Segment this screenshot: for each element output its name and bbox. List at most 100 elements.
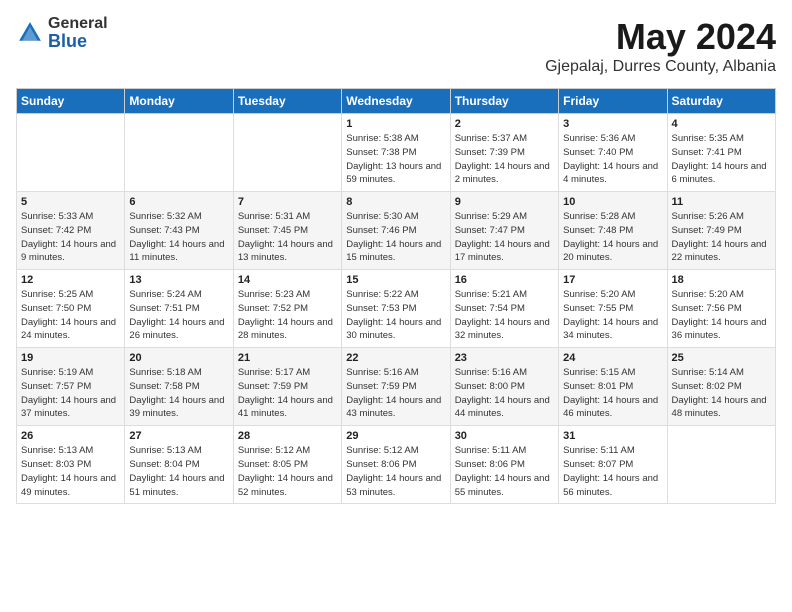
day-cell: 27 Sunrise: 5:13 AMSunset: 8:04 PMDayligh… bbox=[125, 426, 233, 504]
day-info: Sunrise: 5:11 AMSunset: 8:07 PMDaylight:… bbox=[563, 444, 662, 499]
day-info: Sunrise: 5:20 AMSunset: 7:55 PMDaylight:… bbox=[563, 288, 662, 343]
day-info: Sunrise: 5:28 AMSunset: 7:48 PMDaylight:… bbox=[563, 210, 662, 265]
day-number: 10 bbox=[563, 196, 662, 208]
day-number: 31 bbox=[563, 430, 662, 442]
day-info: Sunrise: 5:29 AMSunset: 7:47 PMDaylight:… bbox=[455, 210, 554, 265]
location-title: Gjepalaj, Durres County, Albania bbox=[545, 58, 776, 76]
day-info: Sunrise: 5:32 AMSunset: 7:43 PMDaylight:… bbox=[129, 210, 228, 265]
col-header-friday: Friday bbox=[559, 89, 667, 114]
day-info: Sunrise: 5:21 AMSunset: 7:54 PMDaylight:… bbox=[455, 288, 554, 343]
day-cell: 2 Sunrise: 5:37 AMSunset: 7:39 PMDaylight… bbox=[450, 114, 558, 192]
day-number: 25 bbox=[672, 352, 771, 364]
day-number: 30 bbox=[455, 430, 554, 442]
day-cell: 11Sunrise: 5:26 AMSunset: 7:49 PMDayligh… bbox=[667, 192, 775, 270]
day-cell bbox=[17, 114, 125, 192]
day-info: Sunrise: 5:25 AMSunset: 7:50 PMDaylight:… bbox=[21, 288, 120, 343]
day-info: Sunrise: 5:16 AMSunset: 7:59 PMDaylight:… bbox=[346, 366, 445, 421]
day-cell bbox=[667, 426, 775, 504]
day-info: Sunrise: 5:24 AMSunset: 7:51 PMDaylight:… bbox=[129, 288, 228, 343]
title-block: May 2024 Gjepalaj, Durres County, Albani… bbox=[545, 16, 776, 76]
day-number: 23 bbox=[455, 352, 554, 364]
day-info: Sunrise: 5:36 AMSunset: 7:40 PMDaylight:… bbox=[563, 132, 662, 187]
day-info: Sunrise: 5:13 AMSunset: 8:04 PMDaylight:… bbox=[129, 444, 228, 499]
logo: General Blue bbox=[16, 16, 108, 50]
day-number: 12 bbox=[21, 274, 120, 286]
logo-general-text: General bbox=[48, 16, 108, 32]
day-number: 14 bbox=[238, 274, 337, 286]
day-number: 16 bbox=[455, 274, 554, 286]
day-info: Sunrise: 5:26 AMSunset: 7:49 PMDaylight:… bbox=[672, 210, 771, 265]
day-number: 4 bbox=[672, 118, 771, 130]
week-row-3: 12 Sunrise: 5:25 AMSunset: 7:50 PMDayligh… bbox=[17, 270, 776, 348]
day-number: 18 bbox=[672, 274, 771, 286]
col-header-monday: Monday bbox=[125, 89, 233, 114]
day-info: Sunrise: 5:12 AMSunset: 8:06 PMDaylight:… bbox=[346, 444, 445, 499]
day-number: 27 bbox=[129, 430, 228, 442]
month-title: May 2024 bbox=[545, 16, 776, 58]
day-number: 1 bbox=[346, 118, 445, 130]
day-cell: 1 Sunrise: 5:38 AMSunset: 7:38 PMDaylight… bbox=[342, 114, 450, 192]
day-cell: 30 Sunrise: 5:11 AMSunset: 8:06 PMDayligh… bbox=[450, 426, 558, 504]
week-row-1: 1 Sunrise: 5:38 AMSunset: 7:38 PMDaylight… bbox=[17, 114, 776, 192]
day-info: Sunrise: 5:35 AMSunset: 7:41 PMDaylight:… bbox=[672, 132, 771, 187]
day-cell: 12 Sunrise: 5:25 AMSunset: 7:50 PMDayligh… bbox=[17, 270, 125, 348]
day-cell: 7 Sunrise: 5:31 AMSunset: 7:45 PMDaylight… bbox=[233, 192, 341, 270]
day-number: 5 bbox=[21, 196, 120, 208]
day-cell: 9Sunrise: 5:29 AMSunset: 7:47 PMDaylight… bbox=[450, 192, 558, 270]
day-number: 22 bbox=[346, 352, 445, 364]
day-info: Sunrise: 5:15 AMSunset: 8:01 PMDaylight:… bbox=[563, 366, 662, 421]
day-info: Sunrise: 5:37 AMSunset: 7:39 PMDaylight:… bbox=[455, 132, 554, 187]
day-info: Sunrise: 5:11 AMSunset: 8:06 PMDaylight:… bbox=[455, 444, 554, 499]
day-info: Sunrise: 5:13 AMSunset: 8:03 PMDaylight:… bbox=[21, 444, 120, 499]
day-cell: 5 Sunrise: 5:33 AMSunset: 7:42 PMDaylight… bbox=[17, 192, 125, 270]
day-info: Sunrise: 5:38 AMSunset: 7:38 PMDaylight:… bbox=[346, 132, 445, 187]
day-cell: 10 Sunrise: 5:28 AMSunset: 7:48 PMDayligh… bbox=[559, 192, 667, 270]
col-header-wednesday: Wednesday bbox=[342, 89, 450, 114]
day-cell: 26Sunrise: 5:13 AMSunset: 8:03 PMDayligh… bbox=[17, 426, 125, 504]
day-number: 21 bbox=[238, 352, 337, 364]
week-row-4: 19Sunrise: 5:19 AMSunset: 7:57 PMDayligh… bbox=[17, 348, 776, 426]
day-number: 3 bbox=[563, 118, 662, 130]
week-row-5: 26Sunrise: 5:13 AMSunset: 8:03 PMDayligh… bbox=[17, 426, 776, 504]
day-cell: 25 Sunrise: 5:14 AMSunset: 8:02 PMDayligh… bbox=[667, 348, 775, 426]
day-info: Sunrise: 5:18 AMSunset: 7:58 PMDaylight:… bbox=[129, 366, 228, 421]
day-cell: 29 Sunrise: 5:12 AMSunset: 8:06 PMDayligh… bbox=[342, 426, 450, 504]
day-cell: 22 Sunrise: 5:16 AMSunset: 7:59 PMDayligh… bbox=[342, 348, 450, 426]
day-number: 28 bbox=[238, 430, 337, 442]
day-info: Sunrise: 5:23 AMSunset: 7:52 PMDaylight:… bbox=[238, 288, 337, 343]
day-info: Sunrise: 5:33 AMSunset: 7:42 PMDaylight:… bbox=[21, 210, 120, 265]
day-info: Sunrise: 5:16 AMSunset: 8:00 PMDaylight:… bbox=[455, 366, 554, 421]
day-cell: 24 Sunrise: 5:15 AMSunset: 8:01 PMDayligh… bbox=[559, 348, 667, 426]
day-cell bbox=[233, 114, 341, 192]
day-cell: 3 Sunrise: 5:36 AMSunset: 7:40 PMDaylight… bbox=[559, 114, 667, 192]
day-number: 17 bbox=[563, 274, 662, 286]
day-cell: 14 Sunrise: 5:23 AMSunset: 7:52 PMDayligh… bbox=[233, 270, 341, 348]
col-header-sunday: Sunday bbox=[17, 89, 125, 114]
day-cell: 4 Sunrise: 5:35 AMSunset: 7:41 PMDaylight… bbox=[667, 114, 775, 192]
day-info: Sunrise: 5:17 AMSunset: 7:59 PMDaylight:… bbox=[238, 366, 337, 421]
day-number: 19 bbox=[21, 352, 120, 364]
day-number: 29 bbox=[346, 430, 445, 442]
day-number: 6 bbox=[129, 196, 228, 208]
day-cell bbox=[125, 114, 233, 192]
day-info: Sunrise: 5:14 AMSunset: 8:02 PMDaylight:… bbox=[672, 366, 771, 421]
day-number: 24 bbox=[563, 352, 662, 364]
day-info: Sunrise: 5:31 AMSunset: 7:45 PMDaylight:… bbox=[238, 210, 337, 265]
day-cell: 6 Sunrise: 5:32 AMSunset: 7:43 PMDaylight… bbox=[125, 192, 233, 270]
calendar-header-row: SundayMondayTuesdayWednesdayThursdayFrid… bbox=[17, 89, 776, 114]
day-number: 13 bbox=[129, 274, 228, 286]
day-cell: 18Sunrise: 5:20 AMSunset: 7:56 PMDayligh… bbox=[667, 270, 775, 348]
logo-icon bbox=[16, 19, 44, 47]
day-info: Sunrise: 5:22 AMSunset: 7:53 PMDaylight:… bbox=[346, 288, 445, 343]
day-cell: 20 Sunrise: 5:18 AMSunset: 7:58 PMDayligh… bbox=[125, 348, 233, 426]
day-number: 2 bbox=[455, 118, 554, 130]
day-number: 15 bbox=[346, 274, 445, 286]
logo-blue-text: Blue bbox=[48, 32, 108, 50]
day-info: Sunrise: 5:12 AMSunset: 8:05 PMDaylight:… bbox=[238, 444, 337, 499]
day-number: 7 bbox=[238, 196, 337, 208]
day-cell: 19Sunrise: 5:19 AMSunset: 7:57 PMDayligh… bbox=[17, 348, 125, 426]
day-number: 20 bbox=[129, 352, 228, 364]
day-number: 8 bbox=[346, 196, 445, 208]
col-header-tuesday: Tuesday bbox=[233, 89, 341, 114]
day-cell: 13 Sunrise: 5:24 AMSunset: 7:51 PMDayligh… bbox=[125, 270, 233, 348]
